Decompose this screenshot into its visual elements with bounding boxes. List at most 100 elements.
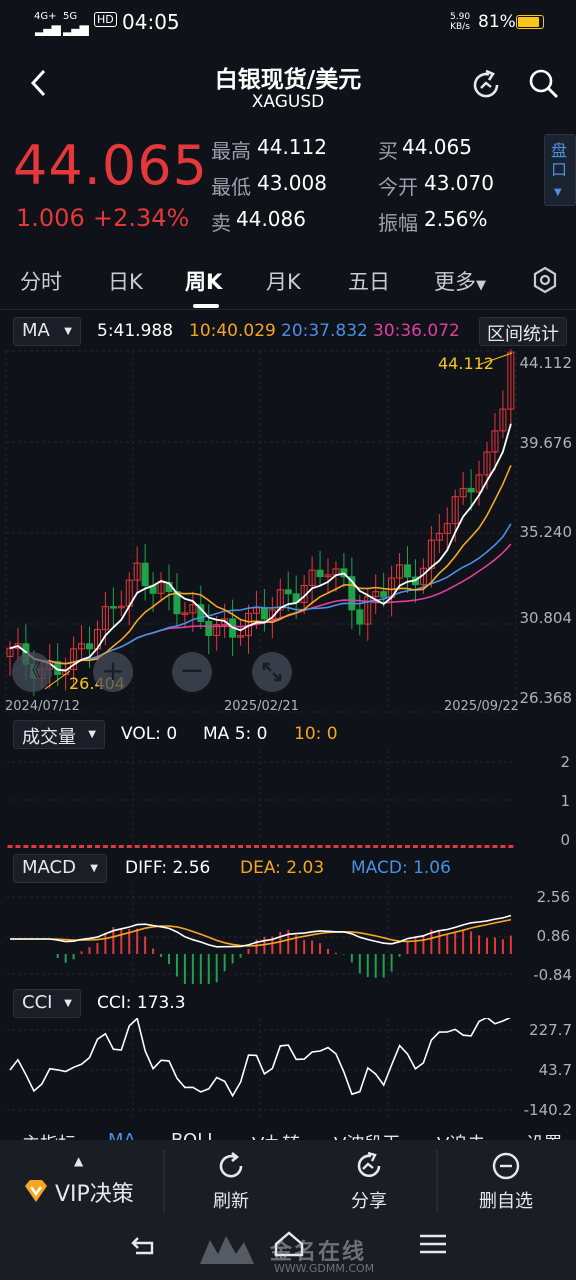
tab-monthly-k[interactable]: 月K [266,266,301,296]
volume-bar [110,845,116,848]
volume-bar [468,845,474,848]
tab-daily-k[interactable]: 日K [108,266,143,296]
volume-chart [6,750,516,848]
amplitude-value: 2.56% [424,207,488,231]
price-change-percent: +2.34% [93,204,190,232]
tab-more[interactable]: 更多▼ [434,266,486,296]
ma30-value: 30:36.072 [373,321,460,341]
divider [436,1150,438,1212]
volume-bar [349,845,355,848]
macd-axis-1: 0.86 [536,927,570,945]
tab-intraday[interactable]: 分时 [20,266,62,296]
watermark-logo [196,1230,258,1268]
volume-bar [230,845,236,848]
volume-bar [198,845,204,848]
tab-weekly-k[interactable]: 周K [185,266,222,296]
status-bar: 4G+ ▂▄▆ 5G ▂▄▆ HD 04:05 5.90 KB/s 81% [0,0,576,44]
volume-bar [381,845,387,848]
volume-selector[interactable]: 成交量 ▼ [13,720,105,749]
caret-down-icon: ▼ [90,863,98,874]
divider [163,1150,165,1212]
refresh-button[interactable]: 刷新 [195,1150,267,1214]
macd-value: MACD: 1.06 [351,858,451,878]
watermark-mark [200,1236,254,1264]
candle-body [109,606,117,609]
network-4g-label: 4G+ [34,11,57,22]
volume-bar [389,845,395,848]
signal-icon-2: ▂▄▆ [63,22,89,36]
volume-bar [174,845,180,848]
sell-label: 卖 [211,211,231,235]
volume-bar [118,845,124,848]
expand-up-icon[interactable]: ▲ [74,1154,83,1168]
ma5-value: 5:41.988 [97,321,174,341]
system-menu-icon[interactable] [418,1232,448,1256]
cci-axis-2: -140.2 [523,1101,572,1119]
high-marker: 44.112 [438,354,494,373]
price-axis-1: 39.676 [519,434,573,452]
pankou-button[interactable]: 盘口 ▼ [544,134,576,206]
search-icon[interactable] [528,68,560,100]
macd-chart [6,884,516,984]
remove-watchlist-button[interactable]: 删自选 [468,1150,544,1214]
candle-body [205,620,213,637]
volume-bar [405,845,410,848]
date-middle: 2025/02/21 [224,699,299,714]
quote-panel: 44.065 1.006 +2.34% 最高 44.112 最低 43.008 … [0,126,576,244]
volume-bar [420,845,426,848]
volume-bar [102,845,108,848]
volume-bar [444,845,450,848]
volume-grid [6,750,516,848]
scroll-left-button[interactable]: 《 [12,652,52,692]
candle-body [356,609,364,625]
fullscreen-button[interactable] [252,652,292,692]
tab-five-day[interactable]: 五日 [348,266,390,296]
volume-bar [71,845,77,848]
zoom-out-button[interactable]: − [172,652,212,692]
zoom-in-button[interactable]: + [93,652,133,692]
macd-selector-label: MACD [22,857,76,878]
candle-body [284,589,292,595]
volume-bar [63,845,69,848]
candle-body [316,569,324,578]
share-icon [357,1151,381,1178]
volume-bar [222,845,228,848]
candle-body [141,562,149,587]
volume-bar [373,845,379,848]
macd-selector[interactable]: MACD ▼ [13,854,107,883]
volume-bar [79,845,85,848]
share-button[interactable]: 分享 [333,1150,405,1214]
share-icon[interactable] [470,68,504,102]
volume-bar [253,845,259,848]
battery-percent: 81% [478,12,516,32]
volume-bar [317,845,323,848]
candle-body [380,591,388,598]
refresh-icon [219,1151,243,1178]
volume-bar [150,845,156,848]
price-axis-2: 35.240 [519,523,573,541]
volume-bar [492,845,498,848]
network-5g-label: 5G [63,11,78,22]
volume-bar [309,845,315,848]
ma-selector[interactable]: MA ▼ [13,317,81,346]
tab-more-label: 更多 [434,270,476,294]
ma20-value: 20:37.832 [281,321,368,341]
volume-bar [277,845,283,848]
watermark-url: WWW.GDMM.COM [274,1262,375,1275]
caret-down-icon: ▼ [64,326,72,337]
volume-bar [285,845,291,848]
volume-axis-1: 1 [560,792,570,810]
system-back-icon[interactable] [130,1234,160,1256]
gear-icon[interactable] [532,267,558,293]
volume-bar [158,845,164,848]
open-value: 43.070 [424,171,494,195]
cci-selector[interactable]: CCI ▼ [13,989,81,1018]
volume-bar [87,845,92,848]
caret-down-icon: ▼ [64,998,72,1009]
volume-bar [142,845,148,848]
volume-selector-label: 成交量 [22,727,76,748]
last-price: 44.065 [13,134,208,197]
cci-selector-label: CCI [22,992,53,1013]
range-stats-button[interactable]: 区间统计 [479,317,567,346]
volume-axis-2: 0 [560,831,570,849]
